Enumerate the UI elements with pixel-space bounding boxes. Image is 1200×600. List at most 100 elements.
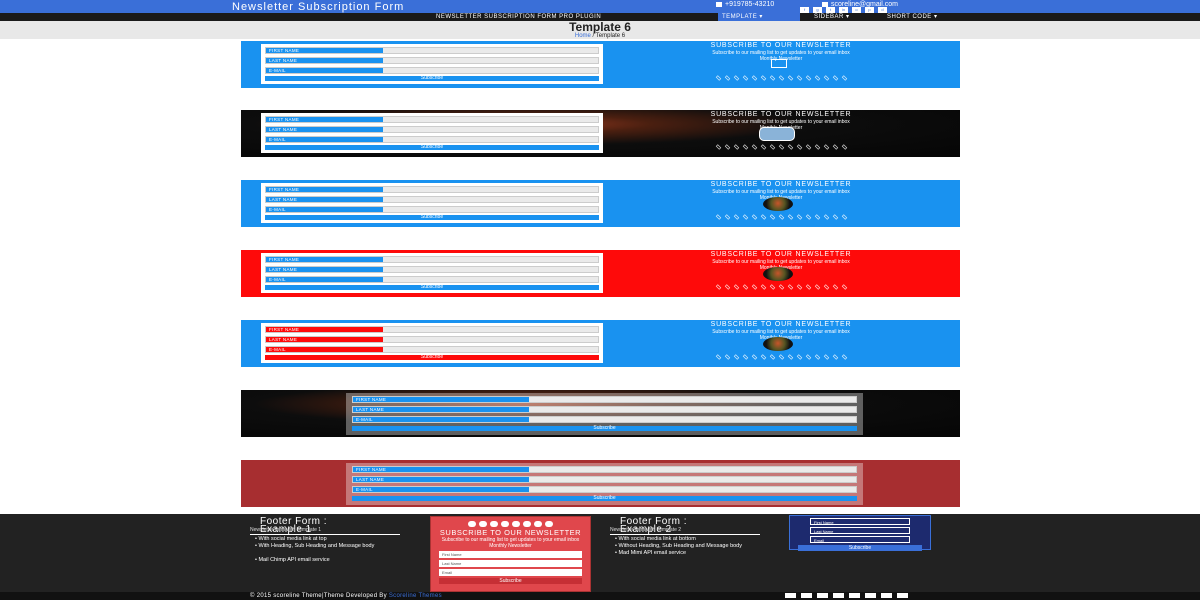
first-name-field[interactable]: FIRST NAME <box>265 116 599 123</box>
red-email-input[interactable]: Email <box>439 569 582 576</box>
subscribe-button[interactable]: Subscribe <box>352 496 857 501</box>
blue-subscribe-button[interactable]: Subscribe <box>798 545 922 551</box>
social-dot-icon[interactable] <box>751 75 757 81</box>
social-dot-icon[interactable] <box>787 75 793 81</box>
nav-sidebar[interactable]: SIDEBAR ▾ <box>810 13 854 21</box>
first-name-field[interactable]: FIRST NAME <box>265 256 599 263</box>
social-dot-icon[interactable] <box>778 214 784 220</box>
social-dot-icon[interactable] <box>760 284 766 290</box>
social-dot-icon[interactable] <box>796 354 802 360</box>
subscribe-button[interactable]: Subscribe <box>265 285 599 290</box>
social-dot-icon[interactable] <box>760 75 766 81</box>
social-dot-icon[interactable] <box>769 75 775 81</box>
first-name-field[interactable]: FIRST NAME <box>265 326 599 333</box>
last-name-field[interactable]: LAST NAME <box>265 266 599 273</box>
social-dot-icon[interactable] <box>832 144 838 150</box>
social-dot-icon[interactable] <box>715 354 721 360</box>
social-dot-icon[interactable] <box>751 354 757 360</box>
social-dot-icon[interactable] <box>778 75 784 81</box>
email-field[interactable]: E-MAIL <box>265 206 599 213</box>
social-dot-icon[interactable] <box>742 354 748 360</box>
social-dot-icon[interactable] <box>778 144 784 150</box>
social-dot-icon[interactable] <box>733 144 739 150</box>
social-dot-icon[interactable] <box>805 354 811 360</box>
social-dot-icon[interactable] <box>760 354 766 360</box>
social-dot-icon[interactable] <box>733 75 739 81</box>
social-dot-icon[interactable] <box>733 354 739 360</box>
facebook-icon[interactable] <box>468 521 476 527</box>
red-last-name-input[interactable]: Last Name <box>439 560 582 567</box>
social-dot-icon[interactable] <box>751 284 757 290</box>
social-dot-icon[interactable] <box>742 144 748 150</box>
email-field[interactable]: E-MAIL <box>352 416 857 423</box>
social-dot-icon[interactable] <box>841 354 847 360</box>
instagram-icon[interactable] <box>833 593 844 598</box>
google-plus-icon[interactable] <box>479 521 487 527</box>
social-dot-icon[interactable] <box>832 354 838 360</box>
site-title[interactable]: Newsletter Subscription Form <box>232 1 404 13</box>
dribbble-icon[interactable] <box>545 521 553 527</box>
social-dot-icon[interactable] <box>724 214 730 220</box>
social-dot-icon[interactable] <box>769 284 775 290</box>
red-first-name-input[interactable]: First Name <box>439 551 582 558</box>
rss-icon[interactable] <box>534 521 542 527</box>
first-name-field[interactable]: FIRST NAME <box>352 396 857 403</box>
social-dot-icon[interactable] <box>742 284 748 290</box>
social-dot-icon[interactable] <box>805 284 811 290</box>
blue-email-input[interactable]: Email <box>810 536 910 543</box>
email-field[interactable]: E-MAIL <box>265 346 599 353</box>
social-dot-icon[interactable] <box>814 214 820 220</box>
linkedin-icon[interactable] <box>849 593 860 598</box>
social-dot-icon[interactable] <box>751 214 757 220</box>
social-dot-icon[interactable] <box>823 144 829 150</box>
last-name-field[interactable]: LAST NAME <box>265 57 599 64</box>
social-dot-icon[interactable] <box>841 144 847 150</box>
social-dot-icon[interactable] <box>778 354 784 360</box>
social-dot-icon[interactable] <box>814 144 820 150</box>
social-dot-icon[interactable] <box>715 284 721 290</box>
social-dot-icon[interactable] <box>724 75 730 81</box>
twitter-icon[interactable] <box>490 521 498 527</box>
last-name-field[interactable]: LAST NAME <box>265 126 599 133</box>
last-name-field[interactable]: LAST NAME <box>265 196 599 203</box>
social-dot-icon[interactable] <box>832 75 838 81</box>
social-dot-icon[interactable] <box>733 284 739 290</box>
social-dot-icon[interactable] <box>805 144 811 150</box>
nav-shortcode[interactable]: SHORT CODE ▾ <box>883 13 941 21</box>
last-name-field[interactable]: LAST NAME <box>265 336 599 343</box>
rss-icon[interactable] <box>897 593 908 598</box>
dribbble-icon[interactable] <box>881 593 892 598</box>
social-dot-icon[interactable] <box>823 75 829 81</box>
social-dot-icon[interactable] <box>787 354 793 360</box>
last-name-field[interactable]: LAST NAME <box>352 476 857 483</box>
facebook-icon[interactable] <box>785 593 796 598</box>
social-dot-icon[interactable] <box>841 284 847 290</box>
social-dot-icon[interactable] <box>823 214 829 220</box>
social-dot-icon[interactable] <box>787 144 793 150</box>
subscribe-button[interactable]: Subscribe <box>265 145 599 150</box>
first-name-field[interactable]: FIRST NAME <box>265 186 599 193</box>
email-field[interactable]: E-MAIL <box>352 486 857 493</box>
social-dot-icon[interactable] <box>724 144 730 150</box>
social-dot-icon[interactable] <box>787 284 793 290</box>
blue-first-name-input[interactable]: First Name <box>810 518 910 525</box>
pinterest-icon[interactable] <box>523 521 531 527</box>
social-dot-icon[interactable] <box>769 214 775 220</box>
last-name-field[interactable]: LAST NAME <box>352 406 857 413</box>
social-dot-icon[interactable] <box>769 144 775 150</box>
social-dot-icon[interactable] <box>787 214 793 220</box>
social-dot-icon[interactable] <box>742 75 748 81</box>
social-dot-icon[interactable] <box>823 354 829 360</box>
social-dot-icon[interactable] <box>724 284 730 290</box>
google-plus-icon[interactable] <box>817 593 828 598</box>
first-name-field[interactable]: FIRST NAME <box>352 466 857 473</box>
social-dot-icon[interactable] <box>805 214 811 220</box>
social-dot-icon[interactable] <box>841 214 847 220</box>
blue-last-name-input[interactable]: Last Name <box>810 527 910 534</box>
social-dot-icon[interactable] <box>796 144 802 150</box>
red-subscribe-button[interactable]: Subscribe <box>439 578 582 584</box>
social-dot-icon[interactable] <box>778 284 784 290</box>
social-dot-icon[interactable] <box>733 214 739 220</box>
social-dot-icon[interactable] <box>796 284 802 290</box>
social-dot-icon[interactable] <box>832 284 838 290</box>
